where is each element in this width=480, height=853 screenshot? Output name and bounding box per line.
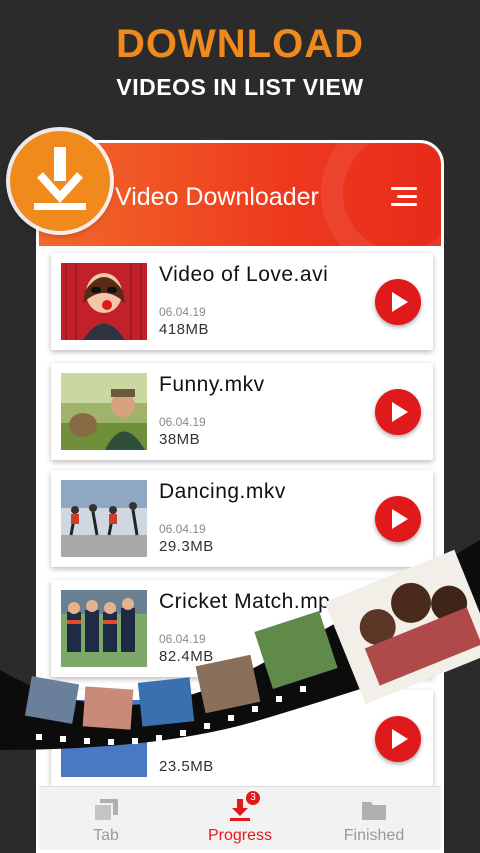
video-date: 06.04.19	[159, 415, 206, 429]
video-title: Funny.mkv	[159, 373, 265, 396]
folder-icon	[362, 799, 386, 821]
promo-subtitle: VIDEOS IN LIST VIEW	[116, 74, 364, 100]
video-date: 06.04.19	[159, 632, 206, 646]
nav-label: Progress	[207, 827, 273, 844]
video-thumbnail	[61, 700, 147, 777]
video-thumbnail	[61, 480, 147, 557]
play-button[interactable]	[375, 496, 421, 542]
video-thumbnail	[61, 590, 147, 667]
list-item[interactable]: Dancing.mkv 06.04.19 29.3MB	[51, 470, 433, 567]
app-title: Video Downloader	[115, 183, 319, 211]
list-item[interactable]: Cricket Match.mp 06.04.19 82.4MB	[51, 580, 433, 677]
video-thumbnail	[61, 373, 147, 450]
tabs-icon	[93, 799, 118, 822]
nav-label: Tab	[93, 827, 119, 844]
download-progress-icon: 3	[228, 791, 260, 821]
list-item[interactable]: Video of Love.avi 06.04.19 418MB	[51, 253, 433, 350]
video-size: 418MB	[159, 321, 210, 338]
list-item[interactable]: Funny.mkv 06.04.19 38MB	[51, 363, 433, 460]
list-item[interactable]: 23.5MB	[51, 690, 433, 787]
video-thumbnail	[61, 263, 147, 340]
play-button[interactable]	[375, 716, 421, 762]
nav-progress[interactable]: 3 Progress	[173, 791, 307, 845]
video-title: Cricket Match.mp	[159, 590, 331, 613]
bottom-nav: Tab 3 Progress Finished	[39, 786, 441, 850]
play-button[interactable]	[375, 606, 421, 652]
video-date: 06.04.19	[159, 522, 206, 536]
phone-screen: Video Downloader Video of Love.avi 06.04…	[36, 140, 444, 853]
video-title: Video of Love.avi	[159, 263, 329, 286]
video-title: Dancing.mkv	[159, 480, 286, 503]
video-date: 06.04.19	[159, 305, 206, 319]
download-badge	[10, 131, 110, 231]
nav-tab[interactable]: Tab	[39, 799, 173, 845]
video-size: 29.3MB	[159, 538, 214, 555]
video-size: 82.4MB	[159, 648, 214, 665]
nav-finished[interactable]: Finished	[307, 799, 441, 845]
promo-title: DOWNLOAD	[116, 22, 364, 66]
hamburger-menu-icon[interactable]	[391, 187, 417, 207]
nav-label: Finished	[343, 827, 405, 844]
progress-count-badge: 3	[246, 791, 260, 805]
play-button[interactable]	[375, 389, 421, 435]
play-button[interactable]	[375, 279, 421, 325]
download-arrow-icon	[34, 147, 86, 210]
video-size: 38MB	[159, 431, 201, 448]
video-size: 23.5MB	[159, 758, 214, 775]
